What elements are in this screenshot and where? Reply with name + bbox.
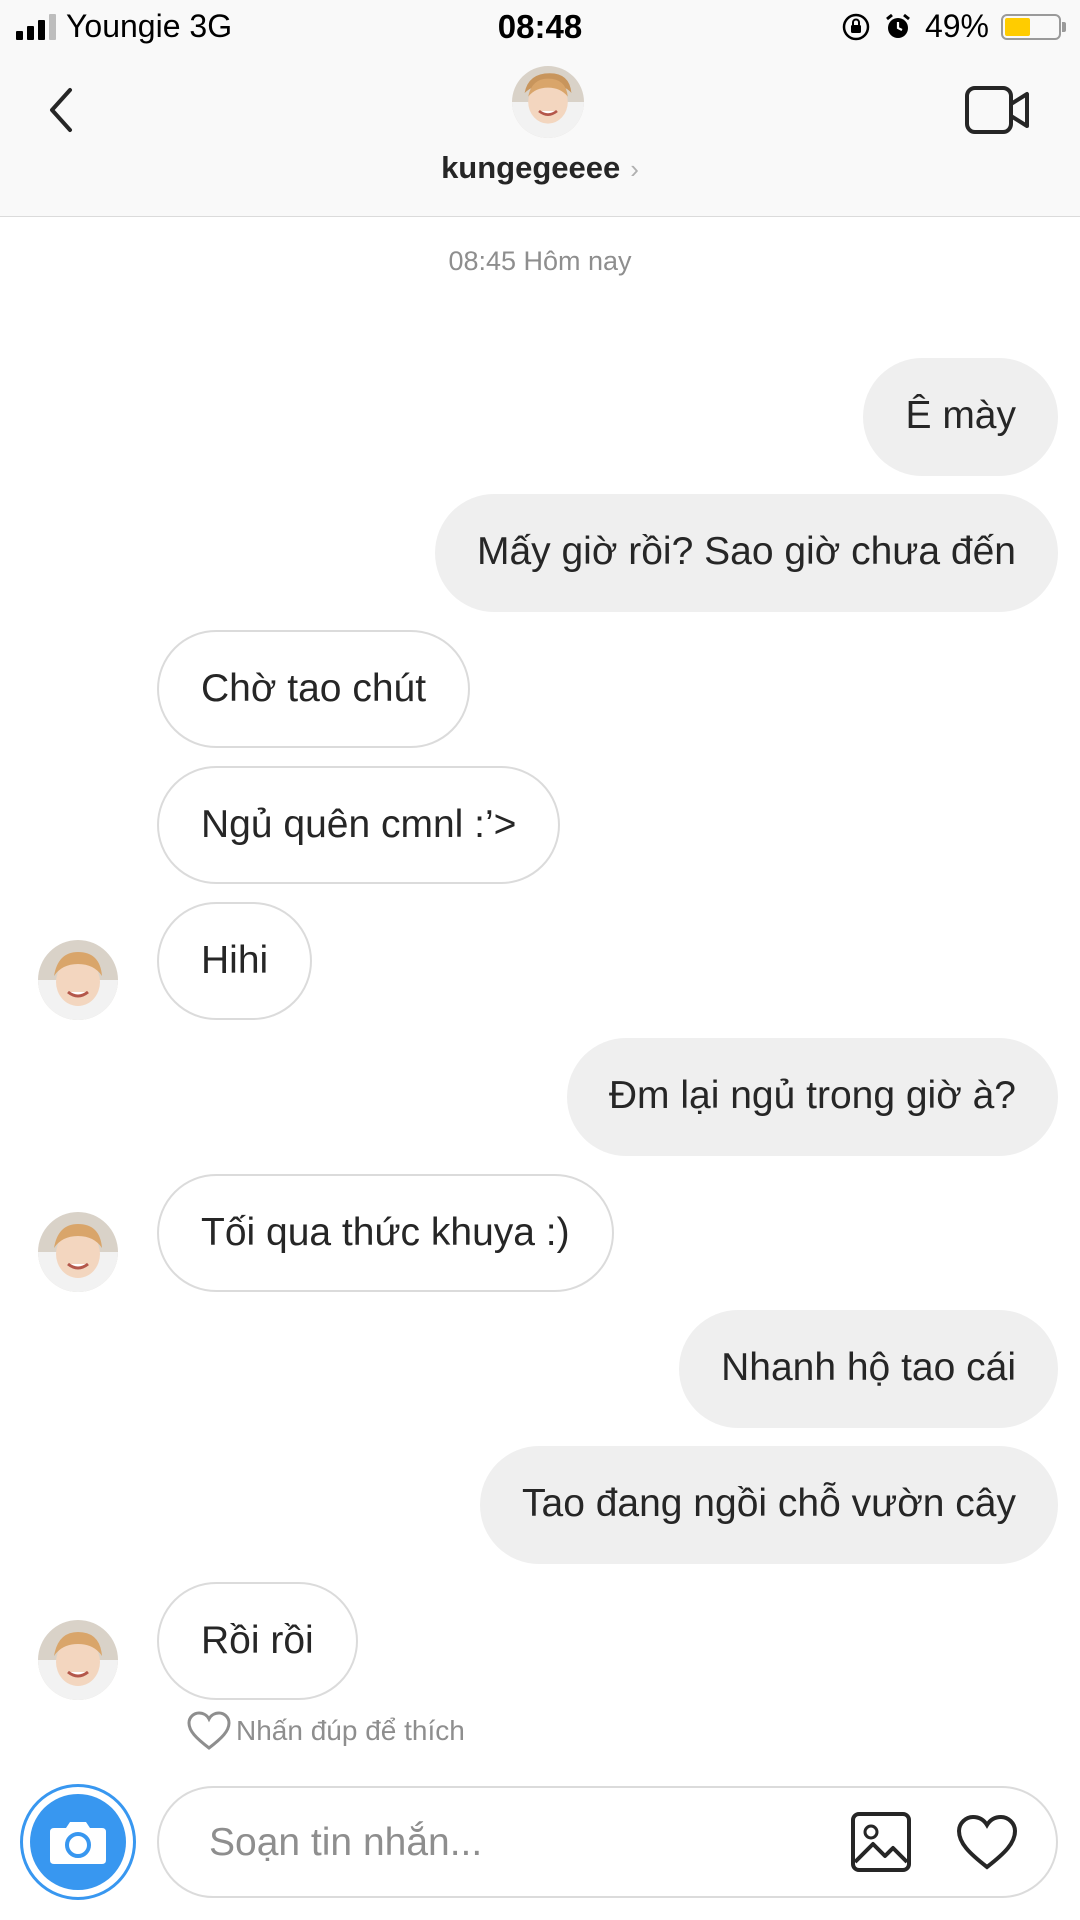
message-bubble-outgoing[interactable]: Ê mày (863, 358, 1058, 476)
message-bubble-outgoing[interactable]: Nhanh hộ tao cái (679, 1310, 1058, 1428)
camera-button[interactable] (20, 1784, 136, 1900)
message-bubble-outgoing[interactable]: Mấy giờ rồi? Sao giờ chưa đến (434, 494, 1058, 612)
battery-percent: 49% (924, 8, 989, 44)
avatar-image (38, 940, 118, 1020)
back-button[interactable] (40, 80, 86, 140)
rotation-lock-icon (842, 13, 870, 40)
message-bubble-outgoing[interactable]: Tao đang ngồi chỗ vườn cây (480, 1446, 1058, 1564)
message-composer (157, 1786, 1058, 1898)
battery-icon (1001, 13, 1066, 40)
chevron-right-icon: › (630, 154, 639, 184)
thread-timestamp: 08:45 Hôm nay (448, 246, 632, 276)
dm-screen: Youngie 3G 08:48 49% kungegeeee › 08:45 … (0, 0, 1080, 1920)
status-right: 49% (841, 8, 1066, 45)
status-bar: Youngie 3G 08:48 49% (0, 0, 1080, 52)
alarm-icon (886, 13, 910, 38)
avatar-image (512, 66, 584, 138)
conversation-header: kungegeeee › (0, 52, 1080, 217)
sender-avatar[interactable] (38, 940, 118, 1020)
avatar-image (38, 1620, 118, 1700)
gallery-button[interactable] (849, 1810, 913, 1874)
username-text: kungegeeee (441, 150, 621, 185)
like-button[interactable] (955, 1812, 1019, 1874)
message-bubble-incoming[interactable]: Ngủ quên cmnl :’> (157, 766, 561, 884)
like-hint-text: Nhấn đúp để thích (236, 1715, 465, 1746)
avatar-image (38, 1212, 118, 1292)
header-username[interactable]: kungegeeee › (0, 150, 1080, 186)
message-bubble-incoming[interactable]: Hihi (157, 902, 313, 1020)
message-input[interactable] (207, 1810, 771, 1876)
message-bubble-incoming[interactable]: Chờ tao chút (157, 630, 471, 748)
video-call-button[interactable] (964, 82, 1030, 138)
heart-icon (187, 1711, 231, 1750)
double-tap-like-hint: Nhấn đúp để thích (186, 1710, 465, 1752)
message-bubble-outgoing[interactable]: Đm lại ngủ trong giờ à? (566, 1038, 1058, 1156)
header-avatar[interactable] (512, 66, 584, 138)
sender-avatar[interactable] (38, 1620, 118, 1700)
message-bubble-incoming[interactable]: Rồi rồi (157, 1582, 358, 1700)
sender-avatar[interactable] (38, 1212, 118, 1292)
message-bubble-incoming[interactable]: Tối qua thức khuya :) (157, 1174, 614, 1292)
camera-icon (50, 1822, 106, 1864)
